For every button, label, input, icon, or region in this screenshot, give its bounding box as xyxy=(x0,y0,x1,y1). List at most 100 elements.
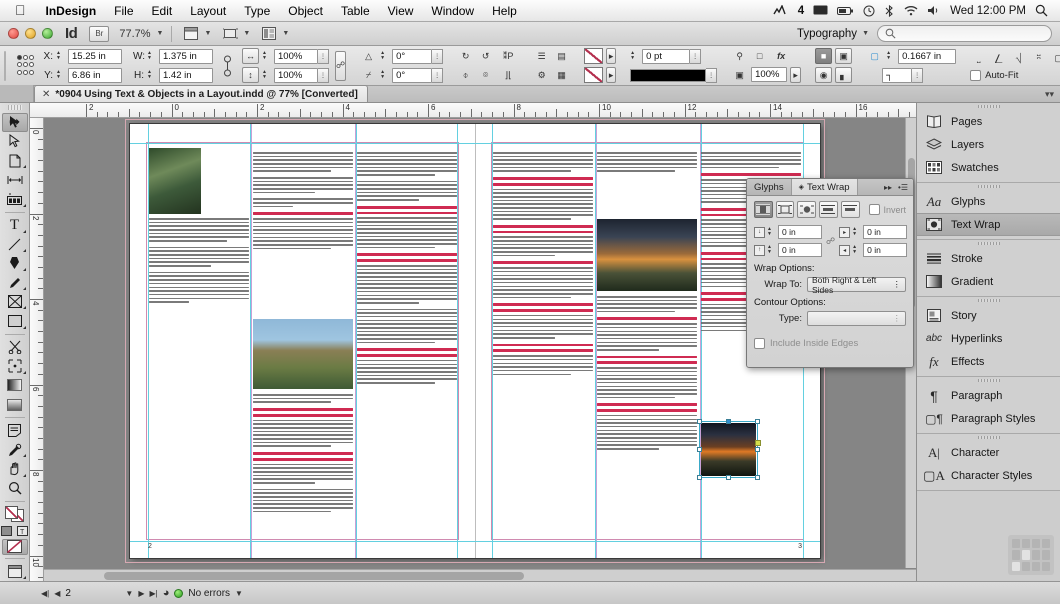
scale-y-input[interactable]: 100% xyxy=(274,68,318,83)
wrap-to-select[interactable]: Both Right & Left Sides ⋮ xyxy=(807,277,906,292)
effects-fx-icon[interactable]: fx xyxy=(771,48,791,64)
workspace-switcher-label[interactable]: Typography xyxy=(797,28,857,40)
help-search-input[interactable] xyxy=(877,25,1052,42)
fit-frame-to-content-icon[interactable]: ⎶ xyxy=(1030,51,1047,67)
align-center-icon[interactable]: ⚙ xyxy=(533,67,550,83)
dock-group-grip[interactable] xyxy=(917,434,1060,441)
workspace-dropdown-icon[interactable]: ▼ xyxy=(862,30,869,37)
sidebar-item-text-wrap[interactable]: Text Wrap xyxy=(917,213,1060,236)
preflight-dropdown-icon[interactable]: ▼ xyxy=(235,589,243,598)
spotlight-search-icon[interactable] xyxy=(1035,4,1048,17)
opacity-input[interactable]: 100% xyxy=(751,67,787,82)
apply-none-swatch[interactable] xyxy=(2,539,28,555)
distribute-horizontal-icon[interactable]: ▤ xyxy=(553,48,570,64)
close-window-button[interactable] xyxy=(8,28,19,39)
sidebar-item-layers[interactable]: Layers xyxy=(917,133,1060,156)
vertical-ruler[interactable]: 0246810 xyxy=(30,118,44,581)
gradient-swatch-tool[interactable] xyxy=(2,376,28,395)
stroke-weight-stepper[interactable]: ▲▼ xyxy=(630,51,639,61)
flip-vertical-icon[interactable]: ⌽ xyxy=(457,67,474,83)
scale-y-stepper[interactable]: ▲▼ xyxy=(262,70,271,80)
right-offset-input[interactable]: 0 in xyxy=(863,243,907,257)
formatting-affects-container-icon[interactable] xyxy=(0,525,13,537)
contour-type-select[interactable]: ⋮ xyxy=(807,311,906,326)
selection-frame[interactable] xyxy=(699,421,758,478)
sidebar-item-glyphs[interactable]: Aa Glyphs xyxy=(917,190,1060,213)
drop-shadow-icon[interactable]: □ xyxy=(751,48,768,64)
next-page-icon[interactable]: ▶ xyxy=(138,589,144,598)
menu-extra-count[interactable]: 4 xyxy=(798,5,804,17)
time-machine-icon[interactable] xyxy=(863,5,875,17)
layout-grid-icon[interactable]: ▼ xyxy=(262,27,289,41)
right-offset-stepper[interactable]: ▲▼ xyxy=(852,245,861,255)
bottom-offset-stepper[interactable]: ▲▼ xyxy=(767,245,776,255)
sunset-valley-photo[interactable] xyxy=(597,219,697,291)
opacity-dropdown-icon[interactable]: ▸ xyxy=(790,67,801,83)
stroke-style-preview[interactable] xyxy=(630,69,706,82)
shear-input[interactable]: 0° xyxy=(392,68,432,83)
zoom-tool[interactable] xyxy=(2,479,28,498)
no-text-wrap-button[interactable] xyxy=(754,201,773,218)
dock-panel-grid-button[interactable] xyxy=(1008,535,1054,575)
corner-shape-dropdown-icon[interactable]: ⋮ xyxy=(912,68,923,83)
dock-group-grip[interactable] xyxy=(917,183,1060,190)
panel-menu-icon[interactable]: •☰ xyxy=(898,183,908,192)
fill-frame-proportionally-icon[interactable]: ⎳ xyxy=(990,51,1007,67)
preflight-icon[interactable]: ◕ xyxy=(163,587,170,599)
link-offsets-icon[interactable]: ☍ xyxy=(826,228,835,254)
selection-tool[interactable]: ➡ xyxy=(2,113,28,132)
sidebar-item-story[interactable]: Story xyxy=(917,304,1060,327)
wrap-around-bounding-box-button[interactable] xyxy=(776,201,795,218)
rotate-clockwise-icon[interactable]: ↻ xyxy=(457,48,474,64)
wifi-icon[interactable] xyxy=(904,5,918,16)
menu-item-table[interactable]: Table xyxy=(332,2,379,20)
screen-mode-icon[interactable]: ▼ xyxy=(184,27,211,41)
menu-item-type[interactable]: Type xyxy=(235,2,279,20)
horizontal-ruler[interactable]: 20246810121416 xyxy=(30,103,916,118)
sidebar-item-swatches[interactable]: Swatches xyxy=(917,156,1060,179)
text-wrap-shape-icon[interactable]: ◉ xyxy=(815,67,832,83)
close-tab-icon[interactable]: ✕ xyxy=(42,89,50,100)
stroke-style-dropdown-icon[interactable]: ⋮ xyxy=(706,68,717,83)
h-input[interactable]: 1.42 in xyxy=(159,68,213,83)
dock-group-grip[interactable] xyxy=(917,103,1060,110)
scale-x-stepper[interactable]: ▲▼ xyxy=(262,51,271,61)
battery-icon[interactable] xyxy=(837,6,854,16)
sidebar-item-hyperlinks[interactable]: abc Hyperlinks xyxy=(917,327,1060,350)
rotation-stepper[interactable]: ▲▼ xyxy=(380,51,389,61)
x-input[interactable]: 15.25 in xyxy=(68,49,122,64)
tab-text-wrap[interactable]: ◈ Text Wrap xyxy=(792,179,858,195)
include-inside-edges-checkbox[interactable] xyxy=(754,338,765,349)
formatting-affects-text-icon[interactable]: T xyxy=(16,525,29,537)
dock-group-grip[interactable] xyxy=(917,240,1060,247)
preview-icon[interactable]: ⚲ xyxy=(731,48,748,64)
canvas-horizontal-scrollbar[interactable] xyxy=(44,569,916,581)
direct-selection-tool[interactable] xyxy=(2,132,28,151)
gradient-feather-tool[interactable] xyxy=(2,395,28,414)
menu-item-indesign[interactable]: InDesign xyxy=(37,2,106,20)
rotation-dropdown-icon[interactable]: ⋮ xyxy=(432,49,443,64)
fit-content-to-frame-icon[interactable]: ⎷ xyxy=(1010,51,1027,67)
x-stepper[interactable]: ▲▼ xyxy=(56,51,65,61)
rectangle-tool[interactable] xyxy=(2,311,28,330)
tools-panel-grip[interactable] xyxy=(8,105,22,110)
fill-dropdown-icon[interactable]: ▸ xyxy=(606,48,616,64)
jump-to-next-column-button[interactable] xyxy=(841,201,860,218)
left-offset-stepper[interactable]: ▲▼ xyxy=(852,227,861,237)
stroke-dropdown-icon[interactable]: ▸ xyxy=(606,67,616,83)
frame-view-icon[interactable]: ▼ xyxy=(223,27,250,41)
volume-icon[interactable] xyxy=(927,5,941,16)
sidebar-item-pages[interactable]: Pages xyxy=(917,110,1060,133)
dock-group-grip[interactable] xyxy=(917,377,1060,384)
eyedropper-tool[interactable] xyxy=(2,440,28,459)
shear-stepper[interactable]: ▲▼ xyxy=(380,70,389,80)
page-tool[interactable] xyxy=(2,151,28,170)
sidebar-item-character[interactable]: A| Character xyxy=(917,441,1060,464)
h-stepper[interactable]: ▲▼ xyxy=(147,70,156,80)
line-tool[interactable] xyxy=(2,235,28,254)
menu-item-view[interactable]: View xyxy=(379,2,423,20)
reference-point-proxy[interactable] xyxy=(17,55,34,77)
rectangle-frame-tool[interactable] xyxy=(2,292,28,311)
fill-swatch[interactable] xyxy=(584,48,603,64)
center-content-icon[interactable]: ▢ xyxy=(1050,51,1060,67)
